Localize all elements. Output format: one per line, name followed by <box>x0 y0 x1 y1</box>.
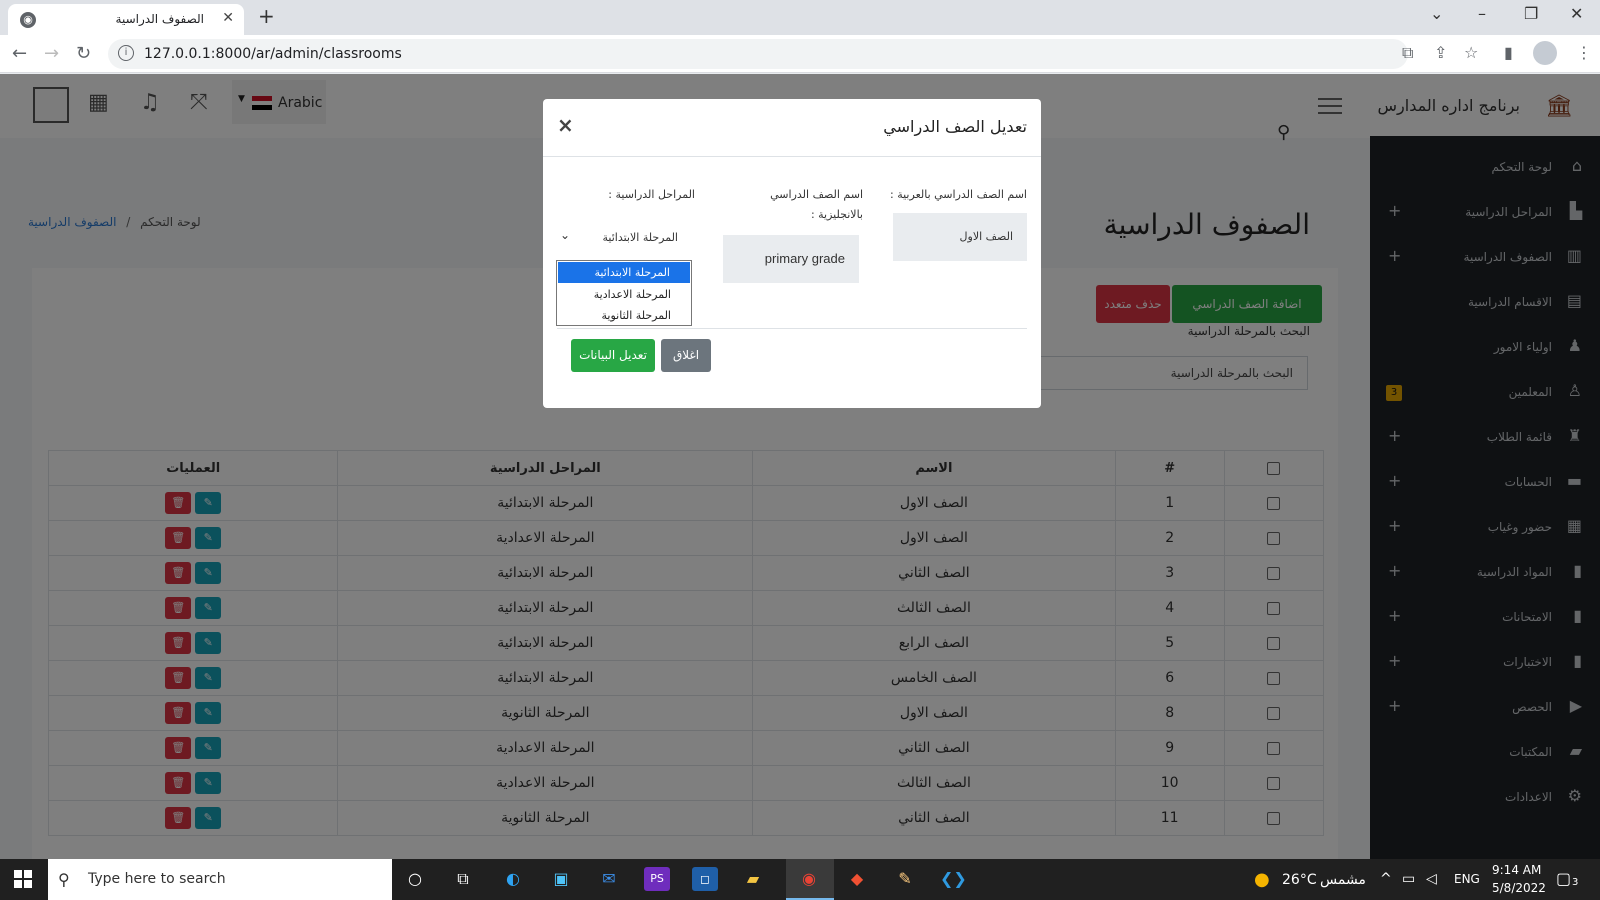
stage-option[interactable]: المرحلة الابتدائية <box>558 262 690 283</box>
mail-icon[interactable]: ✉ <box>596 867 622 891</box>
restore-icon[interactable]: ❐ <box>1524 4 1538 23</box>
browser-tab-strip: ◉ الصفوف الدراسية ✕ + ⌄ – ❐ ✕ <box>0 0 1600 35</box>
weather-temperature[interactable]: 26°C <box>1282 872 1317 888</box>
store-icon[interactable]: ▣ <box>548 867 574 891</box>
close-button[interactable]: اغلاق <box>661 339 711 372</box>
stage-select[interactable]: ⌄ المرحلة الابتدائية <box>556 216 692 260</box>
taskbar-search-placeholder: Type here to search <box>88 871 226 887</box>
notification-icon[interactable]: ▢ <box>1556 869 1571 888</box>
back-icon[interactable]: ← <box>12 43 27 64</box>
tab-title: الصفوف الدراسية <box>115 12 204 26</box>
save-button[interactable]: تعديل البيانات <box>571 339 655 372</box>
close-window-icon[interactable]: ✕ <box>1570 4 1583 23</box>
clock-date[interactable]: 5/8/2022 <box>1492 881 1546 895</box>
arabic-name-label: اسم الصف الدراسي بالعربية : <box>890 188 1027 201</box>
stage-option[interactable]: المرحلة الاعدادية <box>557 284 691 305</box>
stage-option[interactable]: المرحلة الثانوية <box>557 305 691 326</box>
star-icon[interactable]: ☆ <box>1464 43 1478 62</box>
chrome-icon[interactable]: ◉ <box>796 867 822 891</box>
share-icon[interactable]: ⇪ <box>1434 43 1447 62</box>
arabic-name-input[interactable]: الصف الاول <box>893 213 1027 261</box>
url-text[interactable]: 127.0.0.1:8000/ar/admin/classrooms <box>144 46 402 62</box>
input-language[interactable]: ENG <box>1454 872 1480 886</box>
profile-avatar[interactable] <box>1533 41 1557 65</box>
translate-icon[interactable]: ⧉ <box>1402 43 1413 63</box>
english-name-input[interactable]: primary grade <box>723 235 859 283</box>
notification-count: 3 <box>1572 877 1579 888</box>
address-bar[interactable]: i 127.0.0.1:8000/ar/admin/classrooms <box>108 39 1408 69</box>
phpstorm-icon[interactable]: PS <box>644 867 670 891</box>
taskbar-search[interactable]: ⚲ Type here to search <box>48 859 392 900</box>
close-icon[interactable]: × <box>557 113 574 137</box>
tray-chevron-icon[interactable]: ^ <box>1380 871 1392 887</box>
stage-label: المراحل الدراسية : <box>608 188 695 201</box>
info-icon[interactable]: i <box>118 45 134 61</box>
paint-icon[interactable]: ✎ <box>892 867 918 891</box>
weather-sun-icon[interactable]: ● <box>1254 869 1270 890</box>
volume-icon[interactable]: ◁ <box>1426 871 1437 887</box>
app-icon[interactable]: ◻ <box>692 867 718 891</box>
modal-divider <box>557 328 1027 329</box>
menu-dots-icon[interactable]: ⋮ <box>1576 43 1592 62</box>
english-name-label-line1: اسم الصف الدراسي <box>770 188 863 201</box>
vscode-icon[interactable]: ❮❯ <box>940 867 967 891</box>
globe-icon: ◉ <box>20 12 36 28</box>
browser-toolbar: ← → ↻ i 127.0.0.1:8000/ar/admin/classroo… <box>0 35 1600 73</box>
sidepanel-icon[interactable]: ▮ <box>1504 43 1513 62</box>
modal-title: تعديل الصف الدراسي <box>883 117 1027 136</box>
browser-tab[interactable]: ◉ الصفوف الدراسية ✕ <box>8 4 244 35</box>
stage-select-value: المرحلة الابتدائية <box>602 231 679 244</box>
edit-classroom-modal: تعديل الصف الدراسي × اسم الصف الدراسي با… <box>543 99 1041 408</box>
page: ▦ ♫ ⤧ ▼ Arabic برنامج اداره المدارس 🏛 ⚲ … <box>0 74 1600 859</box>
modal-header: تعديل الصف الدراسي × <box>543 99 1041 157</box>
windows-start-icon[interactable] <box>14 870 32 888</box>
windows-taskbar: ⚲ Type here to search ○ ⧉ ◐ ▣ ✉ PS ◻ ▰ ◉… <box>0 859 1600 900</box>
edge-icon[interactable]: ◐ <box>500 867 526 891</box>
task-view-icon[interactable]: ⧉ <box>450 867 476 891</box>
reload-icon[interactable]: ↻ <box>76 43 91 64</box>
english-name-value: primary grade <box>764 251 845 266</box>
chevron-down-icon[interactable]: ⌄ <box>1430 4 1443 23</box>
cortana-icon[interactable]: ○ <box>402 867 428 891</box>
minimize-icon[interactable]: – <box>1478 4 1486 23</box>
network-icon[interactable]: ▭ <box>1402 871 1415 887</box>
clock-time[interactable]: 9:14 AM <box>1492 863 1541 877</box>
stage-dropdown-list: المرحلة الابتدائية المرحلة الاعدادية الم… <box>556 260 692 326</box>
tab-close-icon[interactable]: ✕ <box>222 10 234 26</box>
chevron-down-icon: ⌄ <box>560 228 571 242</box>
weather-condition[interactable]: مشمس <box>1320 872 1366 888</box>
english-name-label: اسم الصف الدراسي بالانجليزية : <box>743 185 863 225</box>
english-name-label-line2: بالانجليزية : <box>810 208 863 221</box>
forward-icon[interactable]: → <box>44 43 59 64</box>
folder-icon[interactable]: ▰ <box>740 867 766 891</box>
git-icon[interactable]: ◆ <box>844 867 870 891</box>
new-tab-button[interactable]: + <box>258 4 275 28</box>
arabic-name-value: الصف الاول <box>959 230 1013 243</box>
search-icon: ⚲ <box>58 870 70 889</box>
